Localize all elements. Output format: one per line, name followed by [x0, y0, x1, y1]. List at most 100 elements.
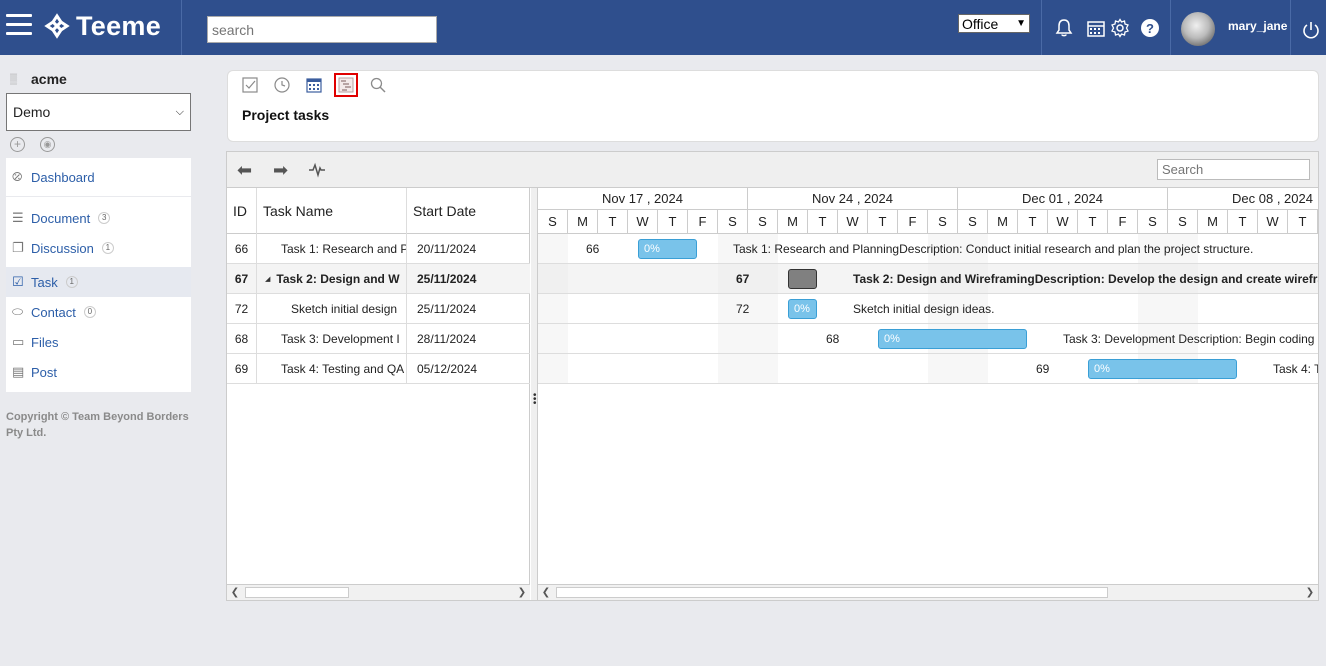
- scroll-left-icon[interactable]: ❮: [227, 585, 243, 600]
- gantt-chart: ⬅ ➡ ID Task Name Start Date 66 Task 1: Re…: [226, 151, 1319, 601]
- task-id-cell: 69: [227, 354, 257, 383]
- task-name-text: Sketch initial design: [291, 301, 398, 316]
- gantt-row: 67 Task 2: Design and WireframingDescript…: [538, 264, 1318, 294]
- search-icon[interactable]: [370, 77, 386, 93]
- column-header-id[interactable]: ID: [227, 188, 257, 234]
- app-logo[interactable]: Teeme: [44, 10, 161, 42]
- task-bar[interactable]: 0%: [1088, 359, 1237, 379]
- task-progress: 0%: [644, 243, 660, 255]
- bar-task-id: 67: [736, 272, 750, 286]
- sidebar-item-files[interactable]: ▭ Files: [6, 327, 191, 357]
- task-bar-label: Task 3: Development Description: Begin c…: [1063, 332, 1318, 346]
- summary-task-bar[interactable]: [788, 269, 817, 289]
- scroll-right-icon[interactable]: ❯: [1302, 585, 1318, 600]
- nav-card-modules: ☰ Document 3 ❐ Discussion 1 ☑ Task 1 ⬭ C…: [6, 197, 191, 392]
- table-row[interactable]: 69 Task 4: Testing and QA 05/12/2024: [227, 354, 530, 384]
- task-bar[interactable]: 0%: [878, 329, 1027, 349]
- sidebar-item-label: Post: [31, 364, 58, 380]
- grid-horizontal-scrollbar[interactable]: ❮ ❯: [227, 584, 530, 600]
- post-icon: ▤: [12, 364, 25, 379]
- timeline-day-header: T: [658, 210, 688, 234]
- pane-splitter[interactable]: • • •: [531, 188, 538, 600]
- column-header-start-date[interactable]: Start Date: [407, 188, 530, 234]
- sidebar-item-contact[interactable]: ⬭ Contact 0: [6, 297, 191, 327]
- gantt-row: 68 0% Task 3: Development Description: Beg…: [538, 324, 1318, 354]
- office-select-value: Office: [962, 15, 999, 32]
- checkbox-view-icon[interactable]: [242, 77, 258, 93]
- bar-task-id: 68: [826, 332, 840, 346]
- column-header-task-name[interactable]: Task Name: [257, 188, 407, 234]
- scroll-left-icon[interactable]: ❮: [538, 585, 554, 600]
- timeline-day-header: S: [1138, 210, 1168, 234]
- timeline-day-header: F: [898, 210, 928, 234]
- timeline-day-header: S: [958, 210, 988, 234]
- table-row[interactable]: 66 Task 1: Research and P 20/11/2024: [227, 234, 530, 264]
- timeline-day-header: T: [1018, 210, 1048, 234]
- clock-view-icon[interactable]: [274, 77, 290, 93]
- office-select[interactable]: Office ▼: [958, 14, 1030, 33]
- bar-task-id: 66: [586, 242, 600, 256]
- timeline-pane: Nov 17 , 2024 S M T W T F S Nov 24 , 2024 S M T W T F S…: [538, 188, 1318, 584]
- project-select-value: Demo: [13, 104, 51, 120]
- help-icon[interactable]: ?: [1140, 18, 1160, 38]
- page-title: Project tasks: [242, 107, 330, 123]
- gantt-search-input[interactable]: [1157, 159, 1310, 180]
- start-date-cell: 25/11/2024: [417, 271, 477, 286]
- hamburger-menu-icon[interactable]: [6, 14, 32, 36]
- timeline-horizontal-scrollbar[interactable]: ❮ ❯: [538, 584, 1318, 600]
- sidebar-item-dashboard[interactable]: ⦼ Dashboard: [6, 162, 191, 192]
- topbar-divider: [1290, 0, 1291, 55]
- sidebar-item-discussion[interactable]: ❐ Discussion 1: [6, 233, 191, 263]
- scrollbar-thumb[interactable]: [556, 587, 1108, 598]
- sidebar-item-label: Contact: [31, 304, 76, 320]
- folder-icon: ▭: [12, 334, 25, 349]
- sidebar-item-document[interactable]: ☰ Document 3: [6, 203, 191, 233]
- scrollbar-thumb[interactable]: [245, 587, 349, 598]
- table-row[interactable]: 67 ◢ Task 2: Design and W 25/11/2024: [227, 264, 530, 294]
- count-badge: 3: [98, 212, 111, 224]
- task-progress: 0%: [794, 303, 810, 315]
- start-date-cell: 28/11/2024: [417, 331, 477, 346]
- task-name-cell: Task 1: Research and P: [257, 234, 407, 263]
- arrow-right-icon[interactable]: ➡: [273, 160, 288, 181]
- gantt-view-icon[interactable]: [334, 73, 358, 97]
- checkbox-icon: ☑: [12, 274, 24, 289]
- task-bar-label: Task 2: Design and WireframingDescriptio…: [853, 272, 1318, 286]
- topbar-divider: [1170, 0, 1171, 55]
- add-circle-icon[interactable]: +: [10, 137, 25, 152]
- scroll-right-icon[interactable]: ❯: [514, 585, 530, 600]
- calendar-view-icon[interactable]: [306, 77, 322, 93]
- calendar-icon[interactable]: [1086, 18, 1106, 38]
- gear-icon[interactable]: [1110, 18, 1130, 38]
- sidebar-item-label: Document: [31, 210, 91, 226]
- gantt-row: 69 0% Task 4: T: [538, 354, 1318, 384]
- timeline-day-header: S: [928, 210, 958, 234]
- username[interactable]: mary_jane: [1228, 19, 1287, 33]
- timeline-week-header: Nov 24 , 2024: [748, 188, 958, 210]
- critical-path-icon[interactable]: [309, 162, 325, 178]
- power-icon[interactable]: [1301, 20, 1321, 40]
- avatar[interactable]: [1181, 12, 1215, 46]
- task-bar[interactable]: 0%: [788, 299, 817, 319]
- task-name-text: Task 1: Research and P: [281, 241, 407, 256]
- table-row[interactable]: 72 Sketch initial design 25/11/2024: [227, 294, 530, 324]
- arrow-left-icon[interactable]: ⬅: [237, 160, 252, 181]
- drag-handle-icon[interactable]: • • •: [533, 391, 537, 409]
- collapse-triangle-icon[interactable]: ◢: [265, 275, 270, 283]
- task-bar[interactable]: 0%: [638, 239, 697, 259]
- bar-task-id: 69: [1036, 362, 1050, 376]
- timeline-day-header: T: [1078, 210, 1108, 234]
- count-badge: 1: [101, 242, 114, 254]
- bell-icon[interactable]: [1054, 18, 1074, 38]
- eye-icon[interactable]: ◉: [40, 137, 55, 152]
- sidebar-item-post[interactable]: ▤ Post: [6, 357, 191, 387]
- global-search-input[interactable]: [207, 16, 437, 43]
- table-row[interactable]: 68 Task 3: Development I 28/11/2024: [227, 324, 530, 354]
- svg-text:?: ?: [1146, 21, 1154, 36]
- task-name-text: Task 2: Design and W: [276, 271, 400, 286]
- timeline-day-header: M: [1198, 210, 1228, 234]
- project-select[interactable]: Demo ⌵: [6, 93, 191, 131]
- gantt-row: 72 0% Sketch initial design ideas.: [538, 294, 1318, 324]
- sidebar-item-task[interactable]: ☑ Task 1: [6, 267, 191, 297]
- timeline-week-header: Dec 01 , 2024: [958, 188, 1168, 210]
